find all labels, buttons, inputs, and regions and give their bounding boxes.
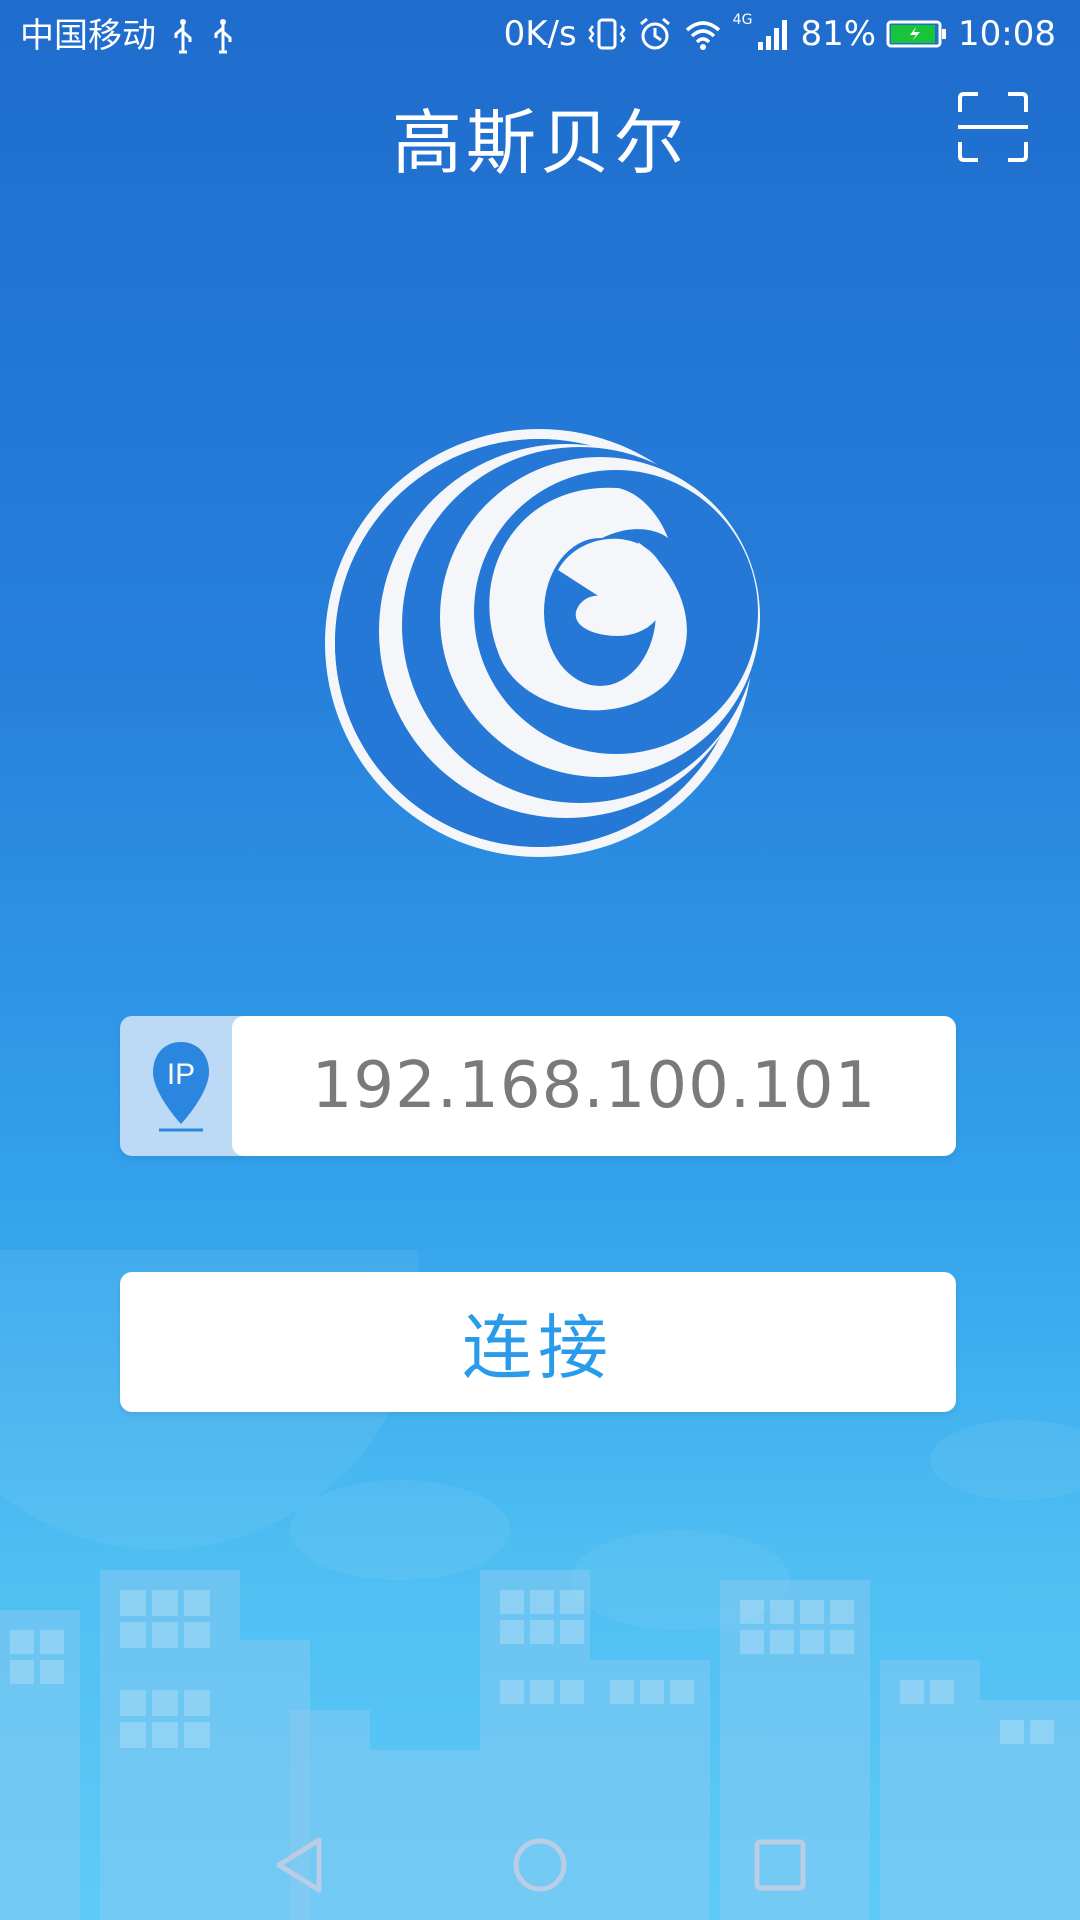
ip-badge: IP xyxy=(120,1016,242,1156)
alarm-icon xyxy=(637,16,673,52)
carrier-name: 中国移动 xyxy=(20,16,156,56)
brand-logo-icon xyxy=(325,429,760,857)
battery-charging-icon xyxy=(886,16,948,52)
wifi-icon xyxy=(683,16,723,52)
network-speed: 0K/s xyxy=(503,14,577,54)
recents-square-icon[interactable] xyxy=(745,1830,815,1900)
screen: 中国移动 0K/s 4G 81% 10:08 高斯贝尔 IP 192.168.1… xyxy=(0,0,1080,1920)
page-title: 高斯贝尔 xyxy=(392,102,688,184)
signal-icon xyxy=(756,16,790,52)
scan-button[interactable] xyxy=(956,90,1030,164)
ip-badge-label: IP xyxy=(167,1058,195,1091)
navigation-bar xyxy=(0,1810,1080,1920)
ip-input-group: IP 192.168.100.101 xyxy=(120,1016,956,1156)
vibrate-icon xyxy=(587,16,627,52)
status-bar: 中国移动 0K/s 4G 81% 10:08 xyxy=(0,0,1080,74)
connect-button[interactable]: 连接 xyxy=(120,1272,956,1412)
clock: 10:08 xyxy=(958,14,1056,54)
network-type: 4G xyxy=(732,12,753,28)
back-triangle-icon[interactable] xyxy=(265,1830,335,1900)
location-pin-icon: IP xyxy=(153,1042,209,1132)
home-circle-icon[interactable] xyxy=(505,1830,575,1900)
usb-icon xyxy=(210,18,236,54)
usb-icon xyxy=(170,18,196,54)
battery-percent: 81% xyxy=(800,14,877,54)
ip-address-field[interactable]: 192.168.100.101 xyxy=(232,1016,956,1156)
scan-frame-icon xyxy=(958,92,1028,162)
